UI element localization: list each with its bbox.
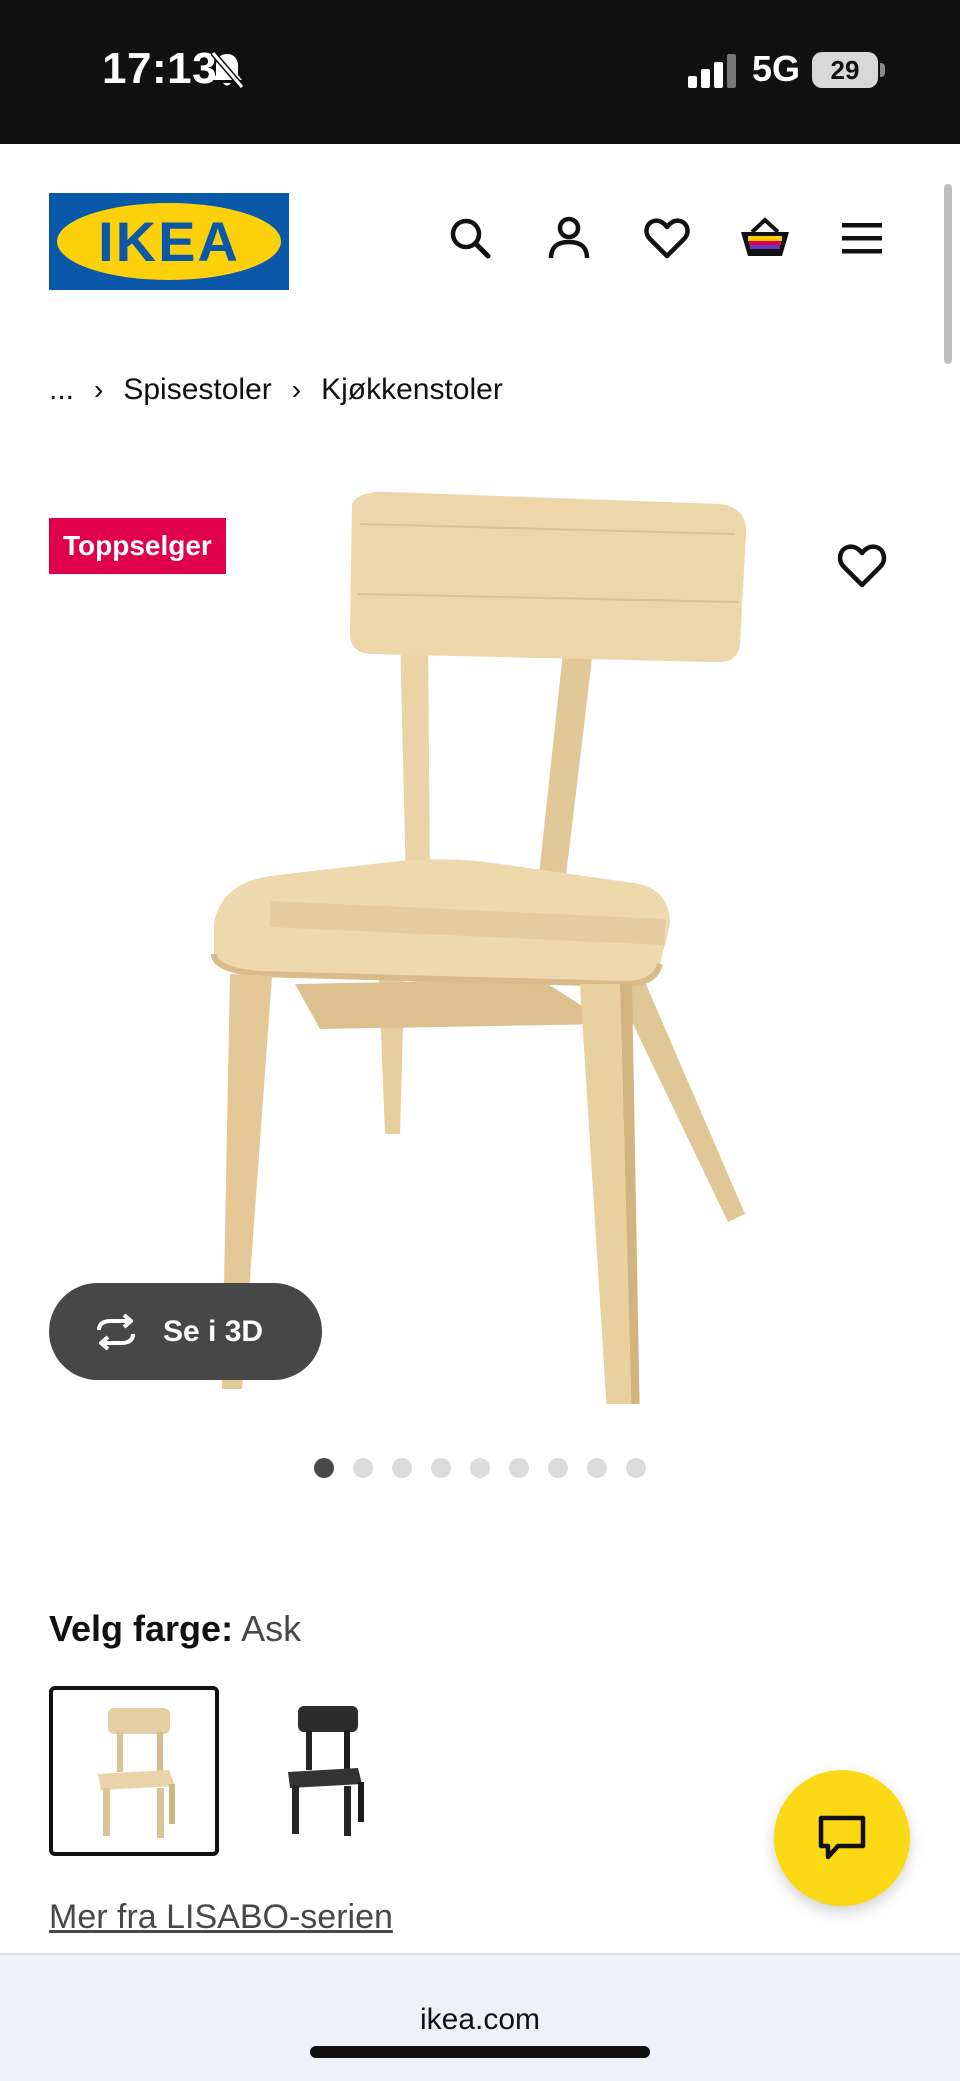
carousel-dot[interactable] xyxy=(470,1458,490,1478)
topseller-badge: Toppselger xyxy=(49,518,226,574)
home-indicator[interactable] xyxy=(310,2046,650,2058)
browser-address-bar[interactable]: ikea.com xyxy=(0,1953,960,2081)
carousel-dot[interactable] xyxy=(509,1458,529,1478)
image-carousel-dots xyxy=(314,1458,646,1478)
carousel-dot[interactable] xyxy=(314,1458,334,1478)
series-link[interactable]: Mer fra LISABO-serien xyxy=(49,1898,393,1937)
color-selector-value: Ask xyxy=(241,1608,302,1649)
breadcrumb: ... › Spisestoler › Kjøkkenstoler xyxy=(49,370,503,410)
battery-tip xyxy=(880,63,885,77)
chat-button[interactable] xyxy=(774,1770,910,1906)
carousel-dot[interactable] xyxy=(392,1458,412,1478)
breadcrumb-item-kjokkenstoler[interactable]: Kjøkkenstoler xyxy=(321,373,503,407)
breadcrumb-separator: › xyxy=(291,374,302,405)
chair-thumbnail-ash xyxy=(98,1708,175,1838)
color-swatch-ask[interactable] xyxy=(49,1686,219,1856)
breadcrumb-ellipsis[interactable]: ... xyxy=(49,373,74,407)
breadcrumb-separator: › xyxy=(94,374,104,405)
product-image-chair xyxy=(211,491,747,1404)
breadcrumb-item-spisestoler[interactable]: Spisestoler xyxy=(123,373,271,407)
battery-icon: 29 xyxy=(812,52,878,88)
carousel-dot[interactable] xyxy=(431,1458,451,1478)
search-icon[interactable] xyxy=(446,214,494,262)
add-to-favourites-heart-icon[interactable] xyxy=(836,542,888,590)
rotate-3d-icon xyxy=(97,1313,135,1350)
heart-icon[interactable] xyxy=(643,214,691,262)
page-scrollbar[interactable] xyxy=(944,184,952,364)
product-image-gallery[interactable]: Toppselger Se i 3D xyxy=(0,460,960,1420)
status-time: 17:13 xyxy=(102,44,218,93)
site-header: IKEA xyxy=(0,144,960,324)
network-label: 5G xyxy=(752,48,801,89)
user-icon[interactable] xyxy=(545,214,593,262)
bell-muted-icon xyxy=(210,51,245,89)
carousel-dot[interactable] xyxy=(626,1458,646,1478)
ikea-logo[interactable]: IKEA xyxy=(49,193,289,290)
browser-url[interactable]: ikea.com xyxy=(0,2003,960,2037)
signal-icon xyxy=(688,54,736,88)
status-bar: 17:13 5G 29 xyxy=(0,0,960,144)
chair-thumbnail-black xyxy=(288,1706,364,1836)
carousel-dot[interactable] xyxy=(548,1458,568,1478)
chat-bubble-icon xyxy=(818,1815,866,1860)
carousel-dot[interactable] xyxy=(587,1458,607,1478)
view-in-3d-label: Se i 3D xyxy=(163,1314,264,1348)
cart-icon[interactable] xyxy=(738,214,792,262)
color-swatch-black[interactable] xyxy=(236,1686,406,1856)
menu-icon[interactable] xyxy=(838,214,886,262)
color-selector-heading: Velg farge: Ask xyxy=(49,1608,301,1650)
carousel-dot[interactable] xyxy=(353,1458,373,1478)
color-selector-label: Velg farge: xyxy=(49,1608,234,1649)
view-in-3d-button[interactable]: Se i 3D xyxy=(49,1283,322,1380)
logo-text: IKEA xyxy=(98,210,240,273)
